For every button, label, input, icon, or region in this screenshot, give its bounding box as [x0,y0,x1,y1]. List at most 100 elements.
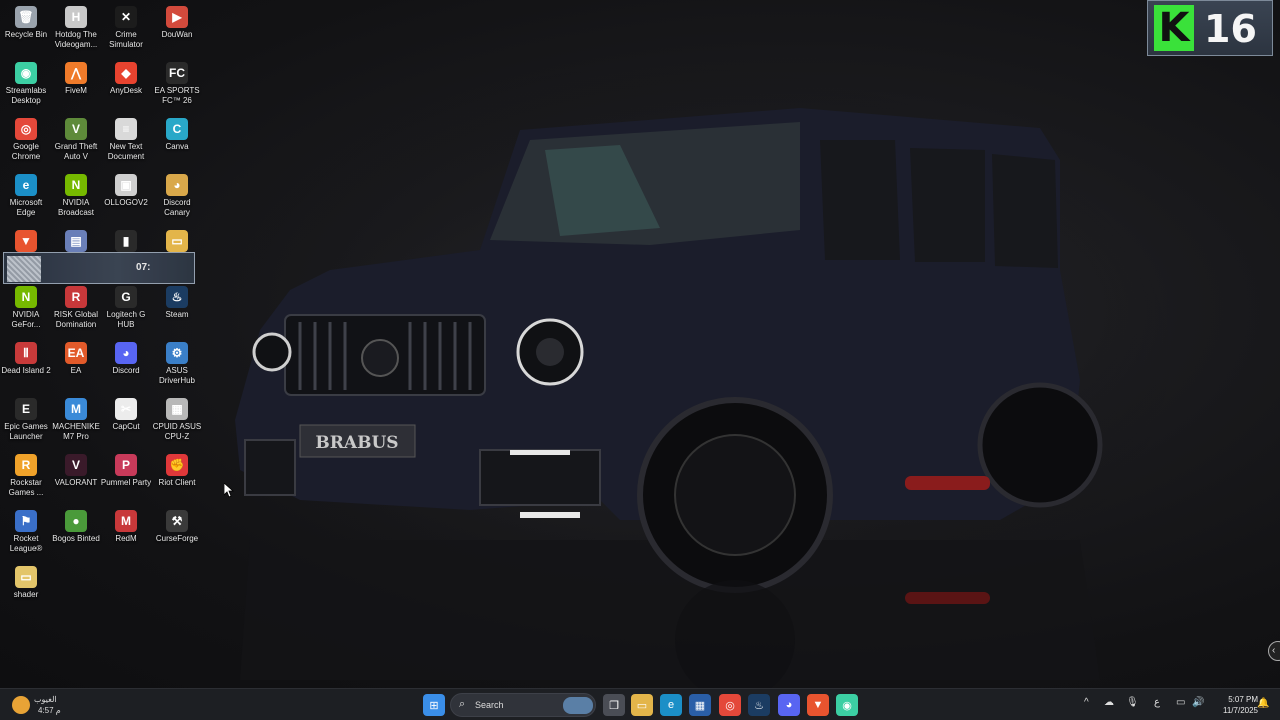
desktop-icon[interactable]: M RedM [100,506,152,560]
desktop-icon[interactable]: ✂ CapCut [100,394,152,448]
desktop-icon[interactable]: ◉ Streamlabs Desktop [0,58,52,112]
desktop-icons-grid: 🗑 Recycle Bin H Hotdog The Videogam... ✕ Crim… [0,0,210,688]
desktop-icon[interactable]: ≡ New Text Document [100,114,152,168]
desktop-icon-label: Logitech G HUB [106,310,146,329]
network-icon[interactable]: ▭ [1176,697,1185,708]
windows-start-icon[interactable]: ⊞ [423,694,445,716]
rockstar-icon: R [15,454,37,476]
k16-badge: K 16 [1147,0,1273,56]
onedrive-icon[interactable]: ☁ [1104,697,1114,708]
desktop-icon[interactable]: M MACHENIKE M7 Pro [50,394,102,448]
valorant-icon: V [65,454,87,476]
desktop-icon[interactable]: R Rockstar Games ... [0,450,52,504]
widget-time: 07: [136,262,151,273]
desktop-icon[interactable]: ● Bogos Binted [50,506,102,560]
tray-overflow-chevron-icon[interactable]: ^ [1084,697,1089,708]
desktop-icon[interactable]: N NVIDIA GeFor... [0,282,52,336]
desktop-icon-label: Epic Games Launcher [4,422,48,441]
chrome-icon[interactable]: ◎ [719,694,741,716]
text-document-icon: ≡ [115,118,137,140]
nvidia-broadcast-icon: N [65,174,87,196]
ea-fc-icon: FC [166,62,188,84]
desktop-icon[interactable]: ♨ Steam [151,282,203,336]
asus-driverhub-icon: ⚙ [166,342,188,364]
desktop-icon[interactable]: P Pummel Party [100,450,152,504]
desktop-icon[interactable]: ✊ Riot Client [151,450,203,504]
desktop-icon-label: New Text Document [107,142,145,161]
desktop-icon[interactable]: ⚒ CurseForge [151,506,203,560]
desktop-icon-label: Google Chrome [11,142,41,161]
k-letter-logo: K [1154,5,1194,51]
desktop-icon[interactable]: C Canva [151,114,203,168]
desktop-icon[interactable]: FC EA SPORTS FC™ 26 [151,58,203,112]
desktop-icon[interactable]: ▦ CPUID ASUS CPU-Z [151,394,203,448]
capcut-icon: ✂ [115,398,137,420]
desktop-icon[interactable]: ◆ AnyDesk [100,58,152,112]
desktop-icon[interactable]: ◎ Google Chrome [0,114,52,168]
curseforge-icon: ⚒ [166,510,188,532]
riot-client-icon: ✊ [166,454,188,476]
desktop-icon[interactable]: Ⅱ Dead Island 2 [0,338,52,392]
brave-icon[interactable]: ▼ [807,694,829,716]
notification-bell-icon[interactable]: 🔔 [1257,698,1269,709]
language-indicator[interactable]: ع [1154,697,1160,708]
streamlabs-icon: ◉ [15,62,37,84]
desktop-icon-label: EA SPORTS FC™ 26 [154,86,200,105]
desktop-icon[interactable]: ◕ Discord Canary [151,170,203,224]
hotdog-game-icon: H [65,6,87,28]
desktop-icon[interactable]: ⚑ Rocket League® [0,506,52,560]
desktop-icon[interactable]: ▣ OLLOGOV2 [100,170,152,224]
desktop-icon-label: Grand Theft Auto V [54,142,98,161]
microphone-icon[interactable]: 🎙 [1126,697,1139,708]
streamlabs-icon[interactable]: ◉ [836,694,858,716]
desktop-icon-label: Crime Simulator [109,30,143,49]
desktop-icon[interactable]: ▭ shader [0,562,52,616]
epic-games-icon: E [15,398,37,420]
desktop-icon[interactable]: V VALORANT [50,450,102,504]
weather-widget[interactable]: الغيوب 4:57 م [8,692,68,718]
taskbar-search-box[interactable]: ⌕ Search [450,693,596,717]
steam-icon[interactable]: ♨ [748,694,770,716]
folder-icon: ▭ [166,230,188,252]
volume-icon[interactable]: 🔊 [1192,697,1204,708]
desktop-icon[interactable]: V Grand Theft Auto V [50,114,102,168]
desktop-icon[interactable]: G Logitech G HUB [100,282,152,336]
desktop-icon-label: FiveM [65,86,87,95]
desktop-icon[interactable]: ▶ DouWan [151,2,203,56]
desktop-icon[interactable]: E Epic Games Launcher [0,394,52,448]
desktop[interactable]: BRABUS 🗑 Recycle Bin H Hotdog The Videogam.… [0,0,1280,688]
desktop-icon[interactable]: ◕ Discord [100,338,152,392]
desktop-icon-label: Canva [165,142,189,151]
ea-icon: EA [65,342,87,364]
store-icon[interactable]: ▦ [689,694,711,716]
desktop-icon[interactable]: R RISK Global Domination [50,282,102,336]
desktop-icon[interactable]: N NVIDIA Broadcast [50,170,102,224]
k-number: 16 [1204,7,1257,51]
chrome-icon: ◎ [15,118,37,140]
task-view-icon[interactable]: ❐ [603,694,625,716]
media-widget[interactable]: 07: [3,252,195,284]
desktop-icon[interactable]: 🗑 Recycle Bin [0,2,52,56]
desktop-icon-label: CPUID ASUS CPU-Z [152,422,202,441]
edge-icon[interactable]: e [660,694,682,716]
desktop-icon[interactable]: ⚙ ASUS DriverHub [151,338,203,392]
app-icon: ▤ [65,230,87,252]
redm-icon: M [115,510,137,532]
widget-thumbnail [7,256,41,282]
desktop-icon-label: Pummel Party [100,478,152,487]
desktop-icon[interactable]: ⋀ FiveM [50,58,102,112]
brave-icon: ▼ [15,230,37,252]
desktop-icon-label: VALORANT [54,478,98,487]
desktop-icon[interactable]: EA EA [50,338,102,392]
search-icon: ⌕ [459,698,466,710]
discord-icon[interactable]: ◕ [778,694,800,716]
machenike-icon: M [65,398,87,420]
brabus-plate-text: BRABUS [315,433,398,453]
desktop-icon[interactable]: e Microsoft Edge [0,170,52,224]
ollogo-icon: ▣ [115,174,137,196]
file-explorer-icon[interactable]: ▭ [631,694,653,716]
desktop-icon[interactable]: ✕ Crime Simulator [100,2,152,56]
desktop-icon[interactable]: H Hotdog The Videogam... [50,2,102,56]
desktop-icon-label: NVIDIA Broadcast [57,198,95,217]
taskbar-clock[interactable]: 5:07 PM 11/7/2025 [1208,694,1258,716]
